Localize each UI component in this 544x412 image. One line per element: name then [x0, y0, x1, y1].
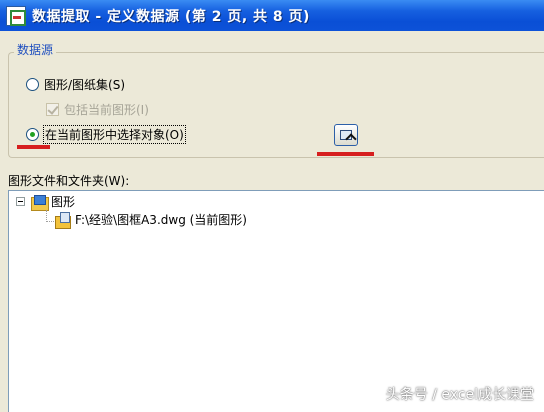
- data-source-legend: 数据源: [14, 41, 57, 58]
- red-underline-annotation-button: [317, 152, 374, 156]
- dwg-file-icon: [54, 211, 71, 229]
- collapse-icon[interactable]: [16, 197, 25, 206]
- data-extraction-app-icon: [6, 5, 26, 26]
- radio-drawing-sheetset-label: 图形/图纸集(S): [44, 78, 126, 92]
- window-title: 数据提取 - 定义数据源 (第 2 页, 共 8 页): [32, 8, 310, 25]
- watermark: 头条号 / excel成长课堂: [385, 387, 534, 403]
- checkbox-include-current-drawing[interactable]: 包括当前图形(I): [46, 101, 149, 118]
- red-underline-annotation-radio: [17, 145, 50, 149]
- tree-node-drawings[interactable]: 图形: [16, 193, 76, 211]
- drawing-folder-icon: [31, 194, 49, 211]
- tree-node-current-dwg-label: F:\经验\图框A3.dwg (当前图形): [75, 213, 247, 227]
- radio-select-objects-in-drawing[interactable]: 在当前图形中选择对象(O): [26, 125, 186, 144]
- tree-node-current-dwg[interactable]: F:\经验\图框A3.dwg (当前图形): [54, 211, 247, 229]
- drawing-files-folders-label: 图形文件和文件夹(W):: [8, 174, 130, 188]
- title-bar: 数据提取 - 定义数据源 (第 2 页, 共 8 页): [0, 0, 544, 31]
- select-objects-icon: [340, 130, 352, 140]
- checkbox-include-current-drawing-box[interactable]: [46, 103, 59, 116]
- radio-select-objects-label: 在当前图形中选择对象(O): [43, 125, 186, 144]
- select-objects-button[interactable]: [334, 124, 358, 146]
- radio-drawing-sheetset-indicator[interactable]: [26, 78, 39, 91]
- radio-select-objects-indicator[interactable]: [26, 128, 39, 141]
- radio-drawing-sheetset[interactable]: 图形/图纸集(S): [26, 76, 125, 93]
- tree-node-drawings-label: 图形: [51, 195, 76, 209]
- checkbox-include-current-drawing-label: 包括当前图形(I): [64, 103, 149, 117]
